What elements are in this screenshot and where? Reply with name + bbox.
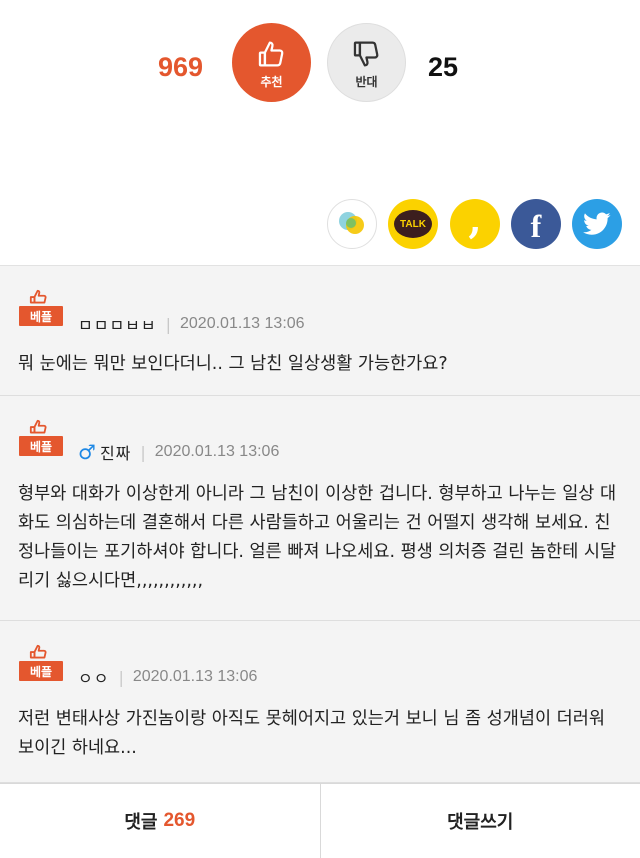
comment-text: 형부와 대화가 이상한게 아니라 그 남친이 이상한 겁니다. 형부하고 나누는… — [18, 484, 617, 591]
best-badge-label: 베플 — [19, 661, 63, 681]
best-badge: 베플 — [19, 289, 63, 326]
comment-author[interactable]: ㅁㅁㅁㅂㅂ — [78, 312, 157, 336]
comments-count: 269 — [163, 810, 196, 831]
write-comment-button[interactable]: 댓글쓰기 — [319, 784, 640, 858]
best-badge-label: 베플 — [19, 306, 63, 326]
kakaotalk-icon: TALK — [394, 210, 432, 238]
male-icon: ♂ — [78, 440, 96, 464]
best-comments-list: 베플 ㅁㅁㅁㅂㅂ | 2020.01.13 13:06 뭐 눈에는 뭐만 보인다… — [0, 265, 640, 783]
vote-area: 969 추천 반대 25 — [0, 0, 640, 180]
share-twitter-button[interactable] — [572, 199, 622, 249]
kakaostory-icon: , — [468, 197, 482, 242]
thumbs-up-icon — [29, 289, 47, 304]
oppose-button[interactable]: 반대 — [327, 23, 406, 102]
thumbs-up-icon — [258, 41, 283, 67]
share-kakaostory-button[interactable]: , — [450, 199, 500, 249]
comment-meta: ♂ 진짜 | 2020.01.13 13:06 — [78, 440, 279, 464]
comment-meta: ㅁㅁㅁㅂㅂ | 2020.01.13 13:06 — [78, 312, 305, 336]
thumbs-up-icon — [29, 644, 47, 659]
oppose-count: 25 — [428, 52, 459, 82]
comment-text: 저런 변태사상 가진놈이랑 아직도 못헤어지고 있는거 보니 님 좀 성개념이 … — [18, 709, 605, 758]
share-kakaotalk-button[interactable]: TALK — [388, 199, 438, 249]
comment-date: 2020.01.13 13:06 — [154, 443, 280, 460]
twitter-icon — [583, 212, 611, 235]
best-badge: 베플 — [19, 644, 63, 681]
comment-author[interactable]: 진짜 — [100, 440, 131, 464]
comments-label: 댓글 — [124, 812, 158, 833]
comment-item: 베플 ♂ 진짜 | 2020.01.13 13:06 형부와 대화가 이상한게 … — [0, 396, 640, 621]
recommend-count: 969 — [158, 52, 204, 82]
share-band-button[interactable] — [327, 199, 377, 249]
comment-date: 2020.01.13 13:06 — [180, 315, 305, 332]
thumbs-up-icon — [29, 419, 47, 434]
write-comment-label: 댓글쓰기 — [447, 812, 514, 833]
band-icon — [339, 212, 364, 234]
comment-item: 베플 ㅇㅇ | 2020.01.13 13:06 저런 변태사상 가진놈이랑 아… — [0, 621, 640, 783]
best-badge: 베플 — [19, 419, 63, 456]
comment-item: 베플 ㅁㅁㅁㅂㅂ | 2020.01.13 13:06 뭐 눈에는 뭐만 보인다… — [0, 266, 640, 396]
share-facebook-button[interactable]: f — [511, 199, 561, 249]
thumbs-down-icon — [353, 41, 378, 67]
divider: | — [165, 314, 171, 334]
facebook-icon: f — [530, 207, 542, 244]
comment-author[interactable]: ㅇㅇ — [78, 665, 109, 689]
divider: | — [140, 442, 146, 462]
view-comments-button[interactable]: 댓글 269 — [0, 784, 320, 858]
recommend-button[interactable]: 추천 — [232, 23, 311, 102]
divider: | — [118, 667, 124, 687]
recommend-label: 추천 — [260, 75, 283, 89]
comment-footer: 댓글 269 댓글쓰기 — [0, 783, 640, 858]
oppose-label: 반대 — [355, 75, 378, 89]
comment-date: 2020.01.13 13:06 — [132, 668, 258, 685]
best-badge-label: 베플 — [19, 436, 63, 456]
comment-meta: ㅇㅇ | 2020.01.13 13:06 — [78, 665, 257, 689]
comment-text: 뭐 눈에는 뭐만 보인다더니.. 그 남친 일상생활 가능한가요? — [18, 354, 448, 374]
